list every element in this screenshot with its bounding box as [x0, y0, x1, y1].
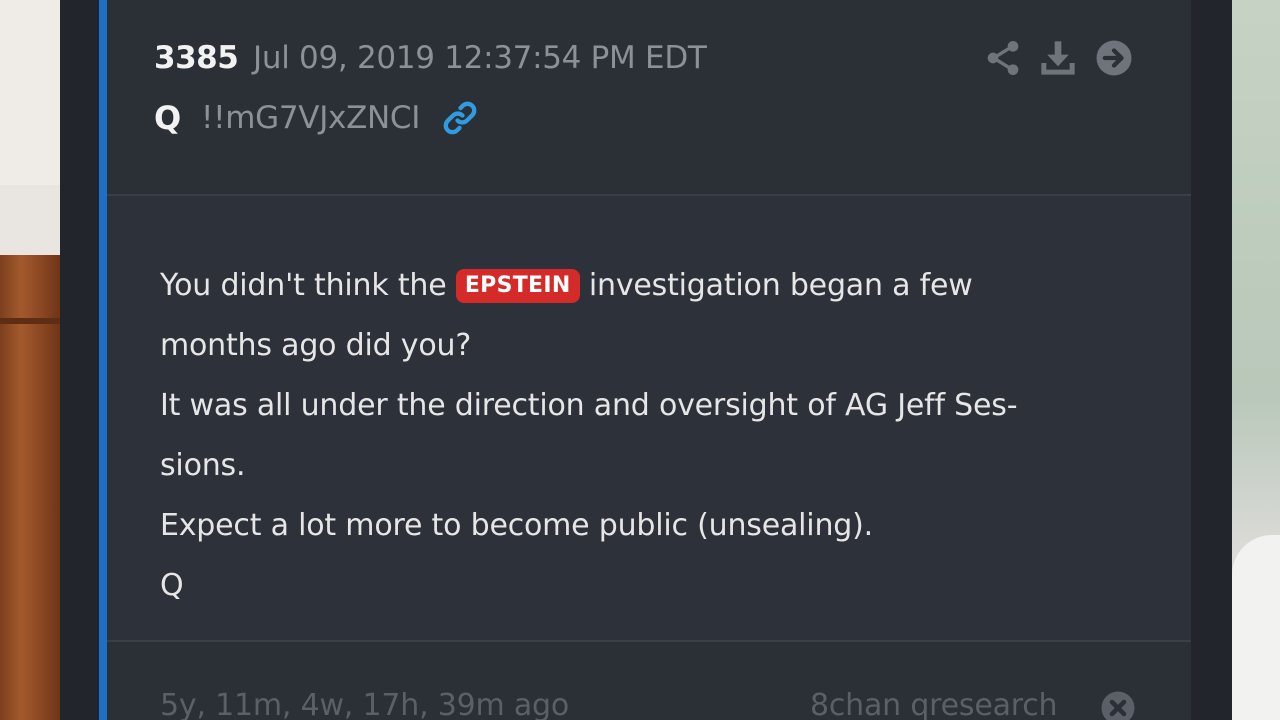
author-name: Q — [154, 99, 182, 137]
arrow-right-circle-icon[interactable] — [1094, 38, 1134, 78]
post-body-line: You didn't think the EPSTEIN investigati… — [160, 256, 1140, 316]
author-tripcode: !!mG7VJxZNCI — [201, 100, 421, 136]
background-pillow — [1232, 535, 1280, 720]
header-divider — [107, 194, 1191, 196]
time-ago: 5y, 11m, 4w, 17h, 39m ago — [160, 688, 570, 720]
tag-badge[interactable]: EPSTEIN — [455, 269, 580, 303]
post-number[interactable]: 3385 — [154, 40, 239, 76]
post-text: sions. — [160, 448, 246, 483]
share-icon[interactable] — [983, 38, 1023, 78]
post-text: Expect a lot more to become public (unse… — [160, 508, 873, 543]
post-signature: Q — [160, 568, 184, 603]
post-text: It was all under the direction and overs… — [160, 388, 1018, 423]
background-cabinet-edge — [0, 318, 60, 324]
background-right — [1232, 0, 1280, 720]
post-date: Jul 09, 2019 12:37:54 PM EDT — [253, 40, 707, 76]
download-icon[interactable] — [1038, 38, 1078, 78]
close-circle-icon[interactable] — [1100, 690, 1136, 720]
post-card: 3385 Jul 09, 2019 12:37:54 PM EDT Q !!mG… — [107, 0, 1191, 720]
background-wall — [0, 0, 60, 185]
source-board[interactable]: 8chan qresearch — [810, 688, 1058, 720]
post-accent-bar — [99, 0, 107, 720]
post-footer: 5y, 11m, 4w, 17h, 39m ago 8chan qresearc… — [107, 642, 1191, 720]
post-text: months ago did you? — [160, 328, 472, 363]
post-header: 3385 Jul 09, 2019 12:37:54 PM EDT Q !!mG… — [107, 0, 1191, 194]
post-body: You didn't think the EPSTEIN investigati… — [160, 256, 1140, 616]
post-text: investigation began a few — [588, 268, 973, 303]
background-cabinet — [0, 255, 60, 720]
link-icon[interactable] — [440, 98, 480, 138]
background-left — [0, 0, 60, 720]
post-text: You didn't think the — [160, 268, 447, 303]
